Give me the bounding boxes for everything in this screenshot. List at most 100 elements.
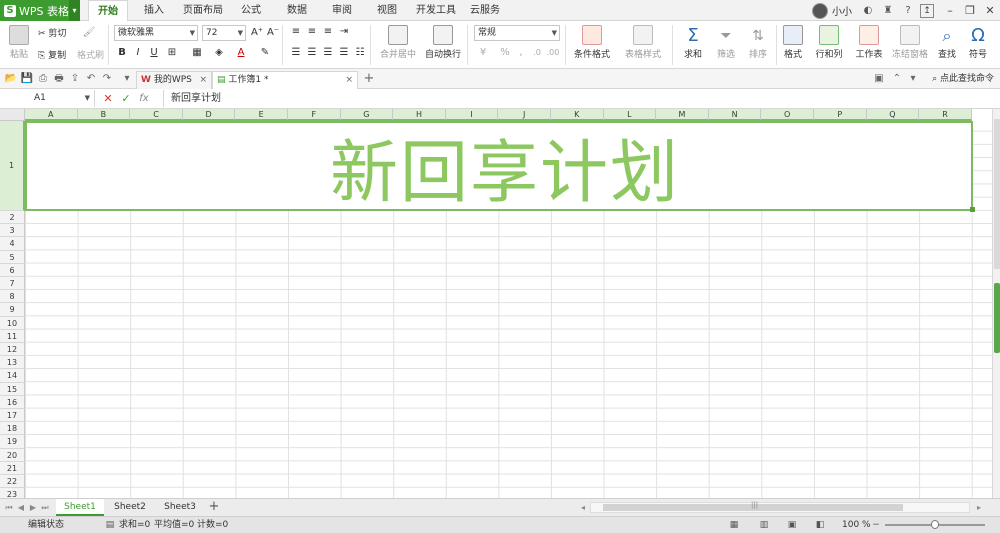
align-center-icon[interactable]: ☰ [305, 46, 319, 60]
row-header[interactable]: 4 [0, 237, 25, 251]
sheet-tab-sheet1[interactable]: Sheet1 [56, 499, 104, 516]
save-icon[interactable]: 💾 [20, 72, 34, 86]
sort-button[interactable]: ⇅ 排序 [743, 25, 773, 60]
tab-cloud[interactable]: 云服务 [465, 0, 505, 21]
copy-button[interactable]: ⎘ 复制 [38, 48, 66, 61]
doc-list-icon[interactable]: ▣ [872, 72, 886, 86]
row-header[interactable]: 8 [0, 290, 25, 304]
percent-button[interactable]: % [498, 46, 512, 60]
tab-insert[interactable]: 插入 [136, 0, 172, 21]
clear-format-icon[interactable]: ✎ [258, 46, 272, 60]
align-top-icon[interactable]: ≡ [289, 25, 303, 39]
format-painter-button[interactable]: 格式刷 [77, 48, 104, 61]
open-icon[interactable]: 📂 [4, 72, 18, 86]
tab-developer[interactable]: 开发工具 [412, 0, 460, 21]
thousands-icon[interactable]: ‚ [514, 46, 528, 60]
underline-icon[interactable]: U [147, 46, 161, 60]
column-header[interactable]: R [919, 109, 972, 121]
row-header[interactable]: 7 [0, 277, 25, 291]
table-style-button[interactable]: 表格样式 [620, 25, 666, 60]
row-header[interactable]: 23 [0, 488, 25, 498]
font-size-select[interactable]: 72 ▼ [202, 25, 246, 41]
currency-icon[interactable]: ¥ [476, 46, 490, 60]
app-menu-chevron-icon[interactable]: ▾ [69, 0, 80, 21]
customize-chevron-icon[interactable]: ▾ [120, 72, 134, 86]
row-header[interactable]: 1 [0, 121, 25, 211]
scroll-left-icon[interactable]: ◂ [578, 501, 588, 515]
row-header[interactable]: 22 [0, 475, 25, 489]
merge-icon[interactable]: ▦ [190, 46, 204, 60]
user-name[interactable]: 小小 [832, 3, 852, 18]
justify-icon[interactable]: ☰ [337, 46, 351, 60]
column-header[interactable]: E [235, 109, 288, 121]
tab-page-layout[interactable]: 页面布局 [178, 0, 228, 21]
align-right-icon[interactable]: ☰ [321, 46, 335, 60]
column-header[interactable]: D [182, 109, 236, 121]
redo-icon[interactable]: ↷ [100, 72, 114, 86]
close-button[interactable]: ✕ [980, 1, 1000, 21]
side-panel-handle[interactable] [994, 283, 1000, 353]
page-layout-view-icon[interactable]: ▣ [786, 519, 798, 531]
row-header[interactable]: 6 [0, 263, 25, 277]
align-middle-icon[interactable]: ≡ [305, 25, 319, 39]
align-bottom-icon[interactable]: ≡ [321, 25, 335, 39]
prev-sheet-icon[interactable]: ◀ [16, 501, 26, 515]
wrap-text-button[interactable]: 自动换行 [424, 25, 462, 60]
tab-review[interactable]: 审阅 [325, 0, 359, 21]
paste-button[interactable]: 粘贴 [6, 25, 32, 60]
confirm-icon[interactable]: ✓ [119, 92, 133, 106]
skin-icon[interactable]: ◐ [860, 3, 876, 19]
horizontal-scrollbar[interactable]: ||| [590, 501, 970, 513]
border-icon[interactable]: ⊞ [165, 46, 179, 60]
conditional-format-button[interactable]: 条件格式 [569, 25, 615, 60]
row-header[interactable]: 20 [0, 448, 25, 462]
restore-button[interactable]: ❐ [960, 1, 980, 21]
zoom-knob[interactable] [931, 520, 939, 529]
increase-font-icon[interactable]: A⁺ [250, 26, 264, 40]
bold-icon[interactable]: B [115, 46, 129, 60]
merged-cell-a1[interactable]: 新回享计划 [25, 121, 973, 213]
collapse-chevron-icon[interactable]: ⌃ [890, 72, 904, 86]
close-icon[interactable]: × [345, 72, 353, 88]
minimize-button[interactable]: – [940, 1, 960, 21]
next-sheet-icon[interactable]: ▶ [28, 501, 38, 515]
help-icon[interactable]: ? [900, 3, 916, 19]
tab-data[interactable]: 数据 [280, 0, 314, 21]
print-preview-icon[interactable]: ⎙ [36, 72, 50, 86]
worksheet-button[interactable]: 工作表 [851, 25, 887, 60]
row-header[interactable]: 18 [0, 422, 25, 436]
zoom-level[interactable]: 100 % [842, 517, 871, 533]
indent-icon[interactable]: ⇥ [337, 25, 351, 39]
row-header[interactable]: 16 [0, 395, 25, 409]
zoom-slider[interactable] [885, 520, 985, 529]
avatar[interactable] [812, 2, 828, 19]
column-header[interactable]: B [77, 109, 131, 121]
row-header[interactable]: 19 [0, 435, 25, 449]
scroll-right-icon[interactable]: ▸ [974, 501, 984, 515]
row-header[interactable]: 3 [0, 224, 25, 238]
fill-handle[interactable] [970, 207, 975, 212]
settings-chevron-icon[interactable]: ▾ [906, 72, 920, 86]
row-header[interactable]: 21 [0, 461, 25, 475]
row-header[interactable]: 10 [0, 316, 25, 330]
tab-view[interactable]: 视图 [370, 0, 404, 21]
column-header[interactable]: C [130, 109, 183, 121]
row-header[interactable]: 9 [0, 303, 25, 317]
command-search[interactable]: ⌕ 点此查找命令 [932, 71, 994, 87]
italic-icon[interactable]: I [131, 46, 145, 60]
tab-home[interactable]: 开始 [88, 0, 128, 22]
formula-input[interactable]: 新回享计划 [163, 90, 993, 107]
shirt-icon[interactable]: ♜ [880, 3, 896, 19]
scroll-thumb[interactable] [994, 119, 1000, 269]
row-header[interactable]: 15 [0, 382, 25, 396]
distribute-icon[interactable]: ☷ [353, 46, 367, 60]
column-header[interactable]: P [814, 109, 867, 121]
fill-color-icon[interactable]: ◈ [212, 46, 226, 60]
number-format-select[interactable]: 常规 ▼ [474, 25, 560, 41]
format-button[interactable]: 格式 [778, 25, 808, 60]
increase-decimal-icon[interactable]: .0 [530, 46, 544, 60]
symbol-button[interactable]: Ω 符号 [964, 25, 992, 60]
reading-mode-icon[interactable]: ◧ [814, 519, 826, 531]
sheet-tab-sheet3[interactable]: Sheet3 [156, 499, 204, 516]
font-color-icon[interactable]: A [234, 46, 248, 60]
